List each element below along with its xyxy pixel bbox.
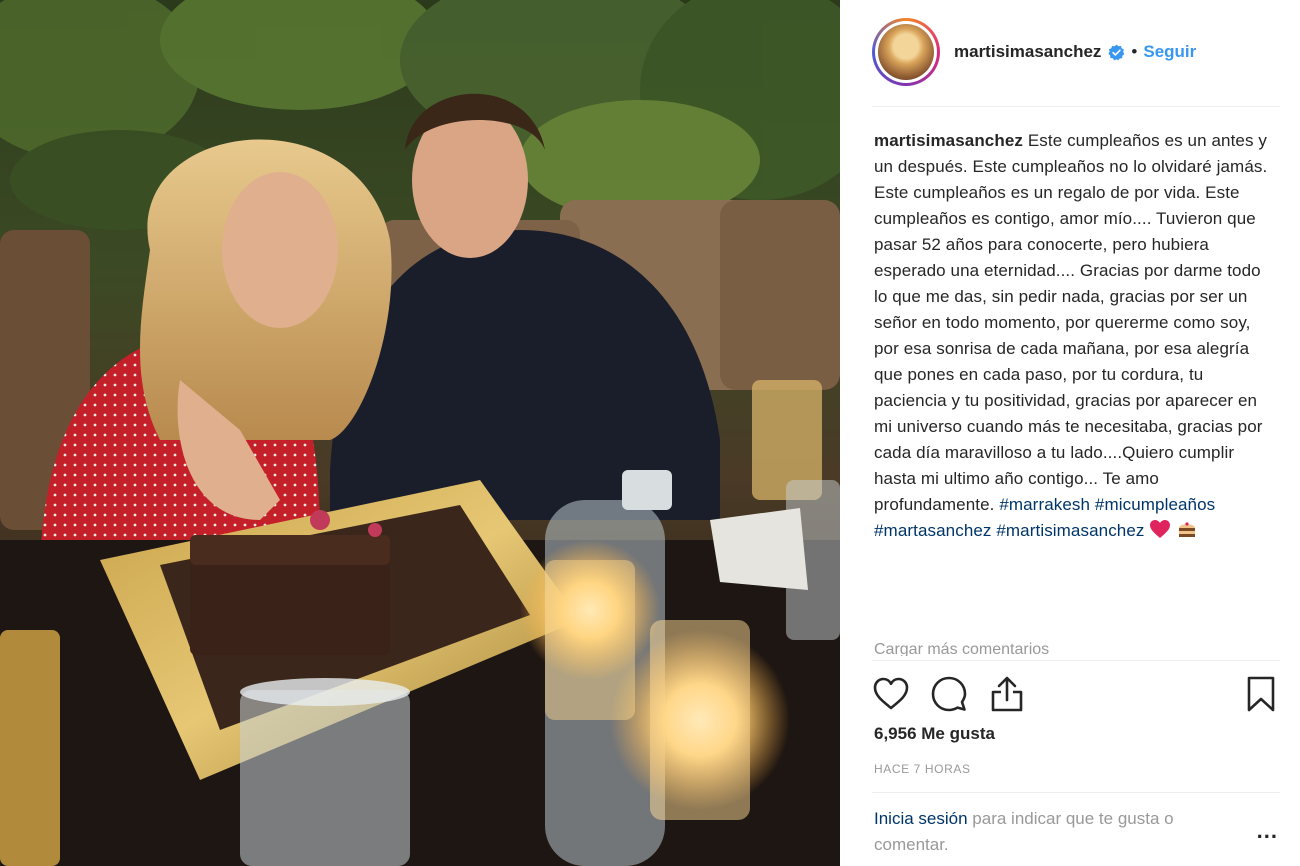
avatar-image <box>878 24 934 80</box>
hashtag-micumpleanos[interactable]: #micumpleaños <box>1095 495 1215 514</box>
share-button[interactable] <box>988 674 1026 714</box>
login-link[interactable]: Inicia sesión <box>874 809 968 828</box>
avatar[interactable] <box>872 18 940 86</box>
actions-divider <box>872 660 1280 661</box>
login-divider <box>872 792 1280 793</box>
hashtag-marrakesh[interactable]: #marrakesh <box>999 495 1090 514</box>
verified-badge-icon <box>1108 44 1125 60</box>
comment-button[interactable] <box>930 674 968 714</box>
post-photo[interactable] <box>0 0 840 866</box>
hashtag-martasanchez[interactable]: #martasanchez <box>874 521 992 540</box>
save-button[interactable] <box>1242 674 1280 714</box>
action-bar <box>872 672 1280 716</box>
header-separator: • <box>1131 42 1138 61</box>
post-timestamp[interactable]: HACE 7 HORAS <box>874 762 971 776</box>
bookmark-icon <box>1247 676 1275 712</box>
follow-button[interactable]: Seguir <box>1143 42 1196 62</box>
heart-outline-icon <box>873 677 909 710</box>
share-upload-icon <box>991 676 1023 712</box>
cake-emoji-icon <box>1179 522 1196 537</box>
header-divider <box>872 106 1280 107</box>
like-button[interactable] <box>872 674 910 714</box>
caption-username[interactable]: martisimasanchez <box>874 131 1023 150</box>
login-prompt: Inicia sesión para indicar que te gusta … <box>874 806 1234 858</box>
post-side-panel: martisimasanchez • Seguir martisimasanch… <box>840 0 1300 866</box>
like-count[interactable]: 6,956 Me gusta <box>874 724 995 744</box>
more-options-button[interactable]: ... <box>1257 818 1278 844</box>
load-more-comments[interactable]: Cargar más comentarios <box>874 640 1269 656</box>
post-header: martisimasanchez • Seguir <box>872 14 1280 90</box>
post-photo-illustration <box>0 0 840 866</box>
caption-text: Este cumpleaños es un antes y un después… <box>874 131 1268 514</box>
header-username[interactable]: martisimasanchez <box>954 42 1101 62</box>
hashtag-martisimasanchez[interactable]: #martisimasanchez <box>996 521 1144 540</box>
avatar-inner <box>875 21 937 83</box>
post-caption: martisimasanchez Este cumpleaños es un a… <box>874 128 1269 544</box>
speech-bubble-icon <box>931 676 967 712</box>
heart-emoji-icon <box>1150 520 1171 538</box>
